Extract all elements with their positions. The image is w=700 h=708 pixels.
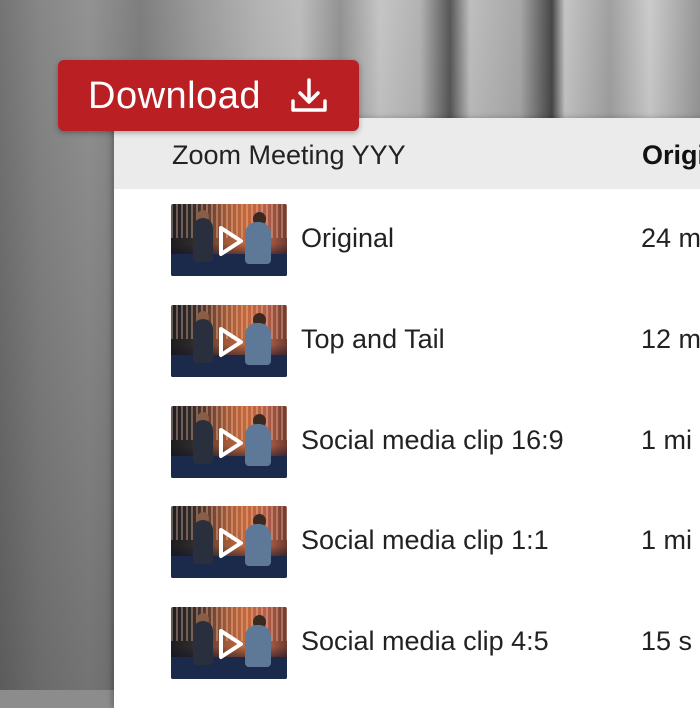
row-label: Social media clip 4:5 — [301, 626, 549, 656]
video-thumbnail[interactable] — [171, 406, 287, 478]
row-duration: 1 mi — [641, 425, 693, 455]
row-duration: 15 s — [641, 626, 693, 656]
table-row[interactable]: Top and Tail 12 m — [114, 290, 700, 390]
download-label: Download — [88, 75, 261, 117]
download-button[interactable]: Download — [58, 60, 359, 131]
video-list-panel: Zoom Meeting YYY Origi Original 24 m Top… — [114, 118, 700, 708]
video-thumbnail[interactable] — [171, 204, 287, 276]
play-icon[interactable] — [209, 221, 249, 261]
video-thumbnail[interactable] — [171, 607, 287, 679]
table-row[interactable]: Social media clip 4:5 15 s — [114, 592, 700, 692]
play-icon[interactable] — [209, 322, 249, 362]
row-label: Social media clip 1:1 — [301, 525, 549, 555]
row-duration: 24 m — [641, 223, 700, 253]
row-duration: 1 mi — [641, 525, 693, 555]
column-header-original[interactable]: Origi — [642, 140, 700, 171]
download-icon — [291, 78, 327, 112]
video-thumbnail[interactable] — [171, 506, 287, 578]
row-label: Social media clip 16:9 — [301, 425, 564, 455]
meeting-title: Zoom Meeting YYY — [172, 140, 406, 170]
play-icon[interactable] — [209, 423, 249, 463]
video-thumbnail[interactable] — [171, 305, 287, 377]
table-row[interactable]: Social media clip 16:9 1 mi — [114, 391, 700, 491]
play-icon[interactable] — [209, 624, 249, 664]
table-row[interactable]: Social media clip 1:1 1 mi — [114, 491, 700, 591]
table-row[interactable]: Original 24 m — [114, 189, 700, 289]
row-label: Top and Tail — [301, 324, 445, 354]
row-duration: 12 m — [641, 324, 700, 354]
row-label: Original — [301, 223, 395, 253]
play-icon[interactable] — [209, 523, 249, 563]
